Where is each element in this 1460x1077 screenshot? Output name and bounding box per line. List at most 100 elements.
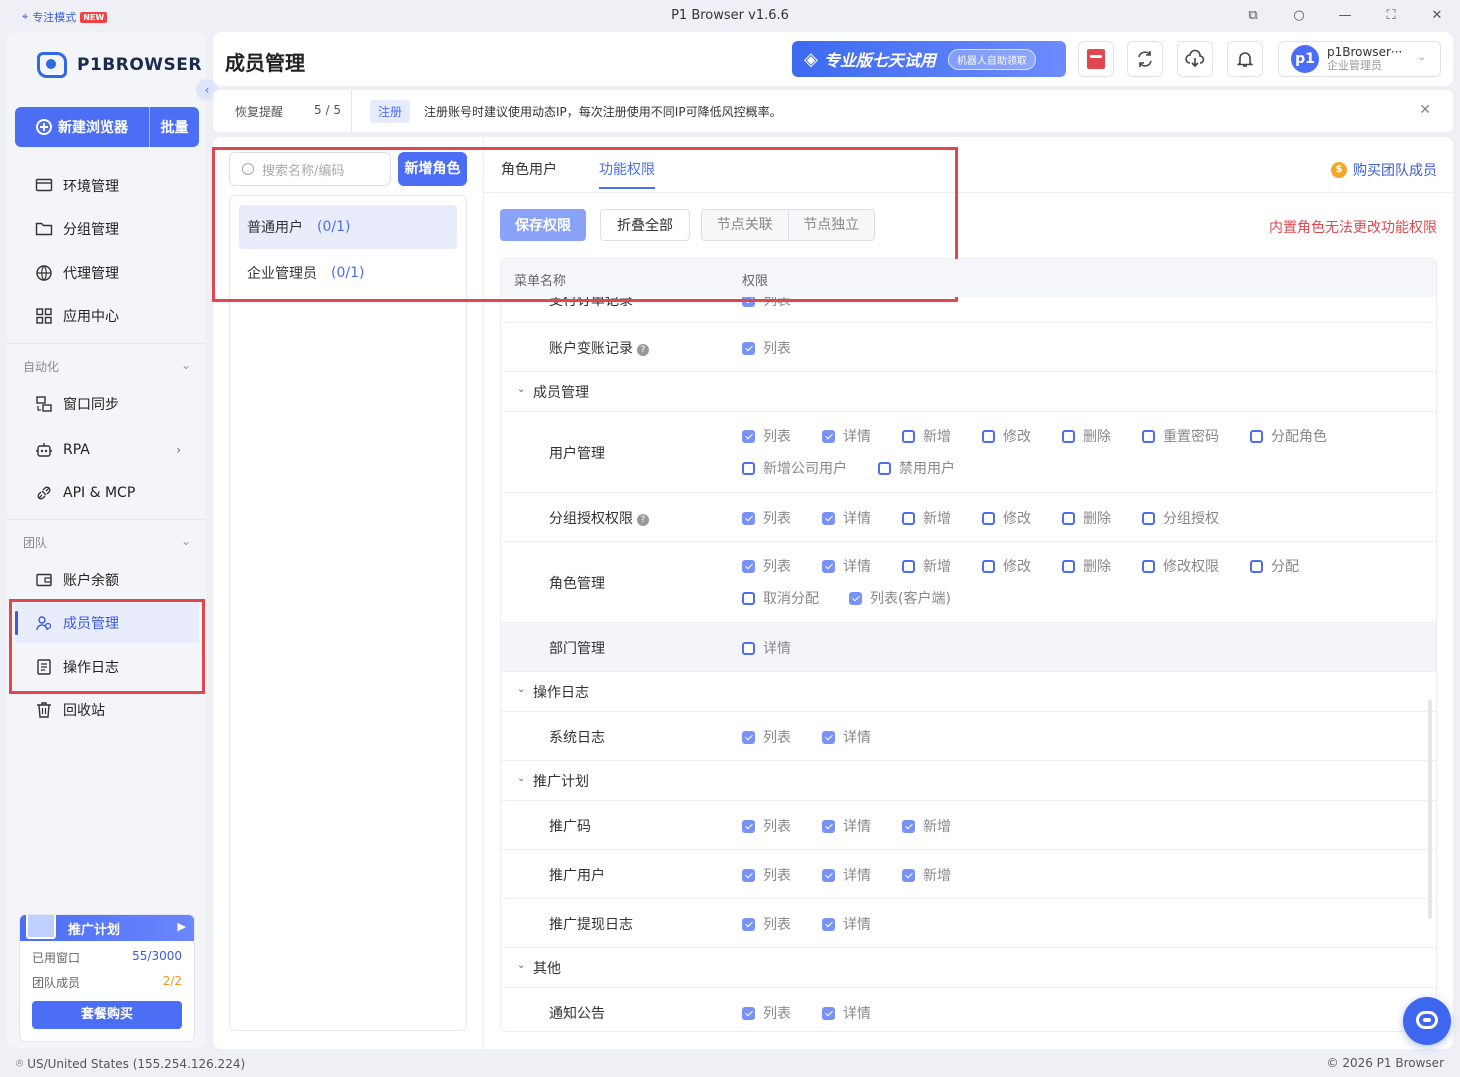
robot-icon — [35, 441, 53, 459]
new-browser-button[interactable]: 新建浏览器 — [15, 107, 150, 147]
perm-checkbox[interactable]: 分组授权 — [1142, 508, 1219, 528]
perm-checkbox[interactable]: 列表 — [742, 914, 791, 934]
batch-button[interactable]: 批量 — [150, 117, 199, 137]
sidebar-item-groups[interactable]: 分组管理 — [15, 209, 199, 249]
minimize-icon[interactable]: — — [1335, 6, 1355, 26]
perm-checkbox[interactable]: 取消分配 — [742, 588, 819, 608]
scrollbar[interactable] — [1428, 699, 1432, 919]
perm-checkbox[interactable]: 删除 — [1062, 556, 1111, 576]
perm-checkbox[interactable]: 删除 — [1062, 508, 1111, 528]
sidebar-item-environment[interactable]: 环境管理 — [15, 166, 199, 206]
perm-checkbox[interactable]: 列表 — [742, 816, 791, 836]
sync-button[interactable] — [1127, 41, 1163, 77]
sidebar-item-account-balance[interactable]: 账户余额 — [15, 560, 199, 600]
table-row: 推广码 列表 详情 新增 — [501, 801, 1436, 850]
section-team[interactable]: 团队 ⌄ — [23, 534, 191, 551]
table-row: 推广用户 列表 详情 新增 — [501, 850, 1436, 899]
diamond-icon: ◈ — [804, 48, 818, 70]
customer-service-button[interactable] — [1403, 997, 1451, 1045]
trial-claim-pill[interactable]: 机器人自助领取 — [947, 48, 1036, 70]
cloud-download-button[interactable] — [1177, 41, 1213, 77]
perm-checkbox[interactable]: 禁用用户 — [878, 458, 955, 478]
chevron-right-icon: › — [176, 443, 181, 457]
table-group-row[interactable]: ⌄ 操作日志 — [501, 672, 1436, 712]
folder-icon — [35, 220, 53, 238]
divider — [7, 519, 206, 520]
perm-checkbox[interactable]: 新增 — [902, 508, 951, 528]
checkbox-icon — [982, 511, 995, 525]
gift-icon — [26, 915, 56, 939]
checkbox-icon — [1142, 511, 1155, 525]
table-group-row[interactable]: ⌄ 成员管理 — [501, 372, 1436, 412]
perm-checkbox[interactable]: 详情 — [822, 426, 871, 446]
perm-checkbox[interactable]: 详情 — [822, 727, 871, 747]
mail-button[interactable] — [1078, 41, 1114, 77]
perm-checkbox[interactable]: 分配角色 — [1250, 426, 1327, 446]
sidebar-item-recycle-bin[interactable]: 回收站 — [15, 690, 199, 730]
close-window-icon[interactable]: ✕ — [1427, 6, 1447, 26]
perm-checkbox[interactable]: 详情 — [742, 638, 791, 658]
perm-checkbox[interactable]: 列表 — [742, 338, 791, 358]
perm-checkbox[interactable]: 分配 — [1250, 556, 1299, 576]
perm-checkbox[interactable]: 详情 — [822, 816, 871, 836]
perm-checkbox[interactable]: 列表(客户端) — [849, 588, 951, 608]
perm-checkbox[interactable]: 详情 — [822, 914, 871, 934]
sidebar-item-api-mcp[interactable]: API & MCP — [15, 473, 199, 513]
maximize-icon[interactable]: ⛶ — [1381, 6, 1401, 26]
perm-checkbox[interactable]: 删除 — [1062, 426, 1111, 446]
promo-header[interactable]: 推广计划 ▶ — [20, 915, 194, 941]
title-bar: ⌖ 专注模式 NEW P1 Browser v1.6.6 ⧉ ○ — ⛶ ✕ — [0, 0, 1460, 32]
sync-icon — [1138, 51, 1152, 67]
perm-checkbox[interactable]: 修改 — [982, 508, 1031, 528]
sidebar-item-app-center[interactable]: 应用中心 — [15, 296, 199, 336]
checkbox-icon — [1062, 511, 1075, 525]
perm-checkbox[interactable]: 详情 — [822, 508, 871, 528]
notification-button[interactable] — [1227, 41, 1263, 77]
perm-checkbox[interactable]: 新增 — [902, 865, 951, 885]
sidebar-item-rpa[interactable]: RPA › — [15, 430, 199, 470]
table-row: 账户变账记录? 列表 — [501, 323, 1436, 372]
trial-banner[interactable]: ◈ 专业版七天试用 机器人自助领取 — [792, 41, 1066, 77]
pin-window-icon[interactable]: ⧉ — [1243, 6, 1263, 26]
checkbox-icon — [1250, 429, 1263, 443]
perm-checkbox[interactable]: 列表 — [742, 1003, 791, 1023]
perm-checkbox[interactable]: 修改权限 — [1142, 556, 1219, 576]
checkbox-checked-icon — [742, 511, 755, 525]
table-group-row[interactable]: ⌄ 推广计划 — [501, 761, 1436, 801]
close-icon[interactable]: ✕ — [1419, 102, 1431, 118]
restore-reminder[interactable]: 恢复提醒 5 / 5 — [213, 103, 351, 120]
perm-checkbox[interactable]: 重置密码 — [1142, 426, 1219, 446]
perm-checkbox[interactable]: 新增 — [902, 816, 951, 836]
sidebar-item-proxy[interactable]: 代理管理 — [15, 253, 199, 293]
perm-checkbox[interactable]: 列表 — [742, 508, 791, 528]
perm-checkbox[interactable]: 列表 — [742, 426, 791, 446]
perm-checkbox[interactable]: 详情 — [822, 556, 871, 576]
help-icon[interactable]: ? — [637, 344, 649, 356]
perm-checkbox[interactable]: 列表 — [742, 556, 791, 576]
perm-checkbox[interactable]: 列表 — [742, 727, 791, 747]
perm-checkbox[interactable]: 新增公司用户 — [742, 458, 847, 478]
checkbox-checked-icon — [742, 429, 755, 443]
perm-checkbox[interactable]: 详情 — [822, 1003, 871, 1023]
sidebar-item-window-sync[interactable]: 窗口同步 — [15, 384, 199, 424]
page-title: 成员管理 — [225, 51, 305, 75]
refresh-window-icon[interactable]: ○ — [1289, 6, 1309, 26]
perm-checkbox[interactable]: 修改 — [982, 556, 1031, 576]
table-group-row[interactable]: ⌄ 其他 — [501, 948, 1436, 988]
trash-icon — [35, 701, 53, 719]
perm-checkbox[interactable]: 新增 — [902, 556, 951, 576]
app-title: P1 Browser v1.6.6 — [671, 8, 789, 23]
checkbox-icon — [742, 461, 755, 475]
perm-checkbox[interactable]: 详情 — [822, 865, 871, 885]
checkbox-checked-icon — [742, 868, 755, 882]
buy-team-members-link[interactable]: $ 购买团队成员 — [1331, 160, 1437, 180]
perm-checkbox[interactable]: 新增 — [902, 426, 951, 446]
package-buy-button[interactable]: 套餐购买 — [32, 1001, 182, 1029]
perm-checkbox[interactable]: 列表 — [742, 865, 791, 885]
user-menu[interactable]: p1 p1Browser··· 企业管理员 ⌄ — [1278, 41, 1441, 77]
user-role: 企业管理员 — [1327, 59, 1382, 72]
perm-checkbox[interactable]: 修改 — [982, 426, 1031, 446]
section-automation[interactable]: 自动化 ⌄ — [23, 358, 191, 375]
help-icon[interactable]: ? — [637, 514, 649, 526]
table-row: 推广提现日志 列表 详情 — [501, 899, 1436, 948]
